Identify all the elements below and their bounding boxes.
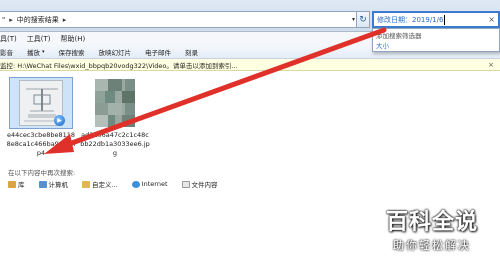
file-contents-link-label: 文件内容 [191,181,218,189]
toolbar-play-button[interactable]: 播放 [27,47,40,57]
computer-link-label: 计算机 [48,181,69,189]
search-query: 修改日期：2019/1/6 [377,15,444,24]
custom-link-label: 自定义... [92,181,118,189]
library-icon [8,180,16,188]
library-link-label: 库 [18,181,25,189]
search-input[interactable]: 修改日期：2019/1/6 × [372,11,500,28]
search-again-label: 在以下内容中再次搜索: [8,169,76,177]
size-filter-option[interactable]: 大小 [376,41,496,51]
file-item-video[interactable]: ▶ e44cec3cbe8be81188e8ca1c466ba9e3.mp4 [6,77,76,158]
search-filter-dropdown: 添加搜索筛选器 大小 [372,28,500,52]
index-info-bar[interactable]: 监控: H:\WeChat Files\wxid_bbpqb20vodg322\… [0,59,500,71]
toolbar-save-search-button[interactable]: 保存搜索 [59,47,85,57]
file-name-video: e44cec3cbe8be81188e8ca1c466ba9e3.mp4 [6,131,76,157]
internet-link-label: Internet [141,180,168,188]
clear-search-icon[interactable]: × [488,15,495,24]
pixelated-image-preview [95,79,135,127]
info-bar-text: 监控: H:\WeChat Files\wxid_bbpqb20vodg322\… [0,61,238,70]
search-custom-link[interactable]: 自定义... [82,179,118,189]
text-caret [444,14,446,25]
toolbar-burn-button[interactable]: 刻录 [185,47,198,57]
menu-item-help[interactable]: 帮助(H) [61,34,86,44]
address-path-prefix: " [2,15,6,24]
address-input[interactable]: " ▸ 中的搜索结果 ▸ ▾ [0,11,360,28]
search-library-link[interactable]: 库 [8,179,25,189]
info-bar-close-icon[interactable]: × [488,61,494,69]
refresh-button[interactable]: ↻ [356,11,370,28]
menu-item-edit[interactable]: 具(T) [0,34,17,44]
watermark-title: 百科全说 [385,210,478,235]
file-item-image[interactable]: ad3106a47c2c1c48cbb22db1a3033ee6.jpg [80,77,150,158]
toolbar-email-button[interactable]: 电子邮件 [145,47,171,57]
refresh-icon: ↻ [359,14,367,25]
breadcrumb-separator-end[interactable]: ▸ [63,16,67,24]
folder-icon [82,180,90,188]
play-dropdown-icon[interactable]: ▾ [42,49,45,55]
video-thumbnail: ▶ [9,77,73,129]
watermark-subtitle: 助你轻松解决 [393,239,471,252]
breadcrumb-separator[interactable]: ▸ [9,16,13,24]
computer-icon [38,180,47,188]
add-filter-hint: 添加搜索筛选器 [376,32,422,40]
toolbar-slideshow-button[interactable]: 放映幻灯片 [99,47,132,57]
address-dropdown-icon[interactable]: ▾ [352,16,355,23]
search-again-links: 库 计算机 自定义... Internet 文件内容 [8,179,232,189]
baike-watermark: 百科全说 助你轻松解决 [372,204,492,253]
search-computer-link[interactable]: 计算机 [38,179,69,189]
toolbar-media-button[interactable]: 影音 [0,47,13,57]
menu-item-tools[interactable]: 工具(T) [27,34,51,44]
search-file-contents-link[interactable]: 文件内容 [181,179,218,189]
video-play-icon: ▶ [54,115,65,126]
search-internet-link[interactable]: Internet [131,179,168,189]
document-icon [181,180,190,188]
file-name-image: ad3106a47c2c1c48cbb22db1a3033ee6.jpg [80,131,150,157]
image-thumbnail [83,77,147,129]
breadcrumb-search-results[interactable]: 中的搜索结果 [17,15,59,25]
internet-icon [131,180,140,188]
